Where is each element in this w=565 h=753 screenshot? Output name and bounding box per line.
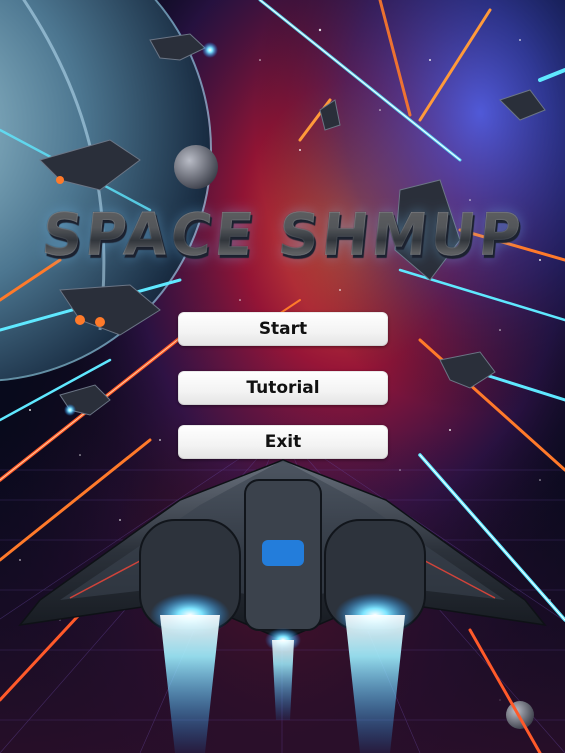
exit-button[interactable]: Exit: [178, 425, 388, 459]
start-button[interactable]: Start: [178, 312, 388, 346]
game-title: SPACE SHMUP: [0, 194, 565, 278]
tutorial-button[interactable]: Tutorial: [178, 371, 388, 405]
title-screen: SPACE SHMUP Start Tutorial Exit: [0, 0, 565, 753]
